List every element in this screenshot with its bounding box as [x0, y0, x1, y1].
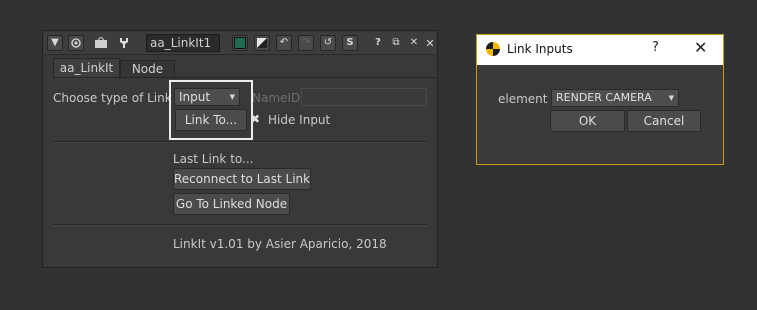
dialog-title: Link Inputs: [507, 42, 573, 56]
camera-target-icon[interactable]: [68, 35, 84, 51]
close-icon[interactable]: ✕: [422, 35, 438, 51]
element-label: element: [498, 92, 548, 106]
redo-icon[interactable]: ↷: [298, 35, 314, 51]
reconnect-last-link-button[interactable]: Reconnect to Last Link: [173, 168, 311, 190]
collapse-arrow-icon[interactable]: ▼: [47, 35, 63, 51]
hide-input-checkbox-icon[interactable]: ✖: [250, 112, 260, 126]
viewer-icon[interactable]: [93, 35, 109, 51]
close-icon[interactable]: ✕: [694, 38, 707, 57]
link-to-button[interactable]: Link To...: [175, 109, 247, 131]
go-to-linked-node-button[interactable]: Go To Linked Node: [173, 193, 290, 215]
dialog-title-bar: Link Inputs ? ✕: [477, 35, 723, 65]
color-swatch-icon[interactable]: [232, 35, 248, 51]
tab-aa-linkit[interactable]: aa_LinkIt: [53, 58, 120, 79]
nameid-input[interactable]: [301, 88, 427, 106]
divider: [53, 141, 427, 143]
cancel-button[interactable]: Cancel: [627, 110, 701, 132]
ok-button[interactable]: OK: [550, 110, 625, 132]
choose-link-label: Choose type of Link: [53, 91, 172, 105]
properties-panel: ▼ aa_LinkIt1 ↶ ↷ ↺ S ? ⧉ ✕ ✕ aa_LinkIt N…: [42, 30, 438, 268]
split-color-icon[interactable]: [254, 35, 270, 51]
node-name-field[interactable]: aa_LinkIt1: [146, 34, 220, 52]
version-text: LinkIt v1.01 by Asier Aparicio, 2018: [173, 237, 387, 251]
last-link-label: Last Link to...: [173, 152, 254, 166]
float-icon[interactable]: ⧉: [388, 35, 404, 51]
panel-title-bar: ▼ aa_LinkIt1 ↶ ↷ ↺ S ? ⧉ ✕ ✕: [44, 32, 436, 55]
hide-input-label: Hide Input: [268, 113, 331, 127]
wrench-icon[interactable]: [116, 35, 132, 51]
nameid-label: NameID: [252, 91, 301, 105]
link-inputs-dialog: Link Inputs ? ✕ element RENDER CAMERA ▼ …: [476, 34, 724, 165]
divider: [53, 224, 427, 226]
dropdown-arrow-icon: ▼: [668, 94, 674, 102]
nuke-logo-icon: [486, 42, 500, 56]
undo-icon[interactable]: ↶: [276, 35, 292, 51]
element-dropdown[interactable]: RENDER CAMERA ▼: [551, 89, 679, 107]
tab-node[interactable]: Node: [120, 60, 175, 78]
close-icon[interactable]: ✕: [406, 35, 422, 51]
element-value: RENDER CAMERA: [556, 91, 652, 104]
help-icon[interactable]: ?: [370, 35, 386, 51]
revert-icon[interactable]: ↺: [320, 35, 336, 51]
script-icon[interactable]: S: [342, 35, 358, 51]
help-icon[interactable]: ?: [652, 40, 659, 55]
